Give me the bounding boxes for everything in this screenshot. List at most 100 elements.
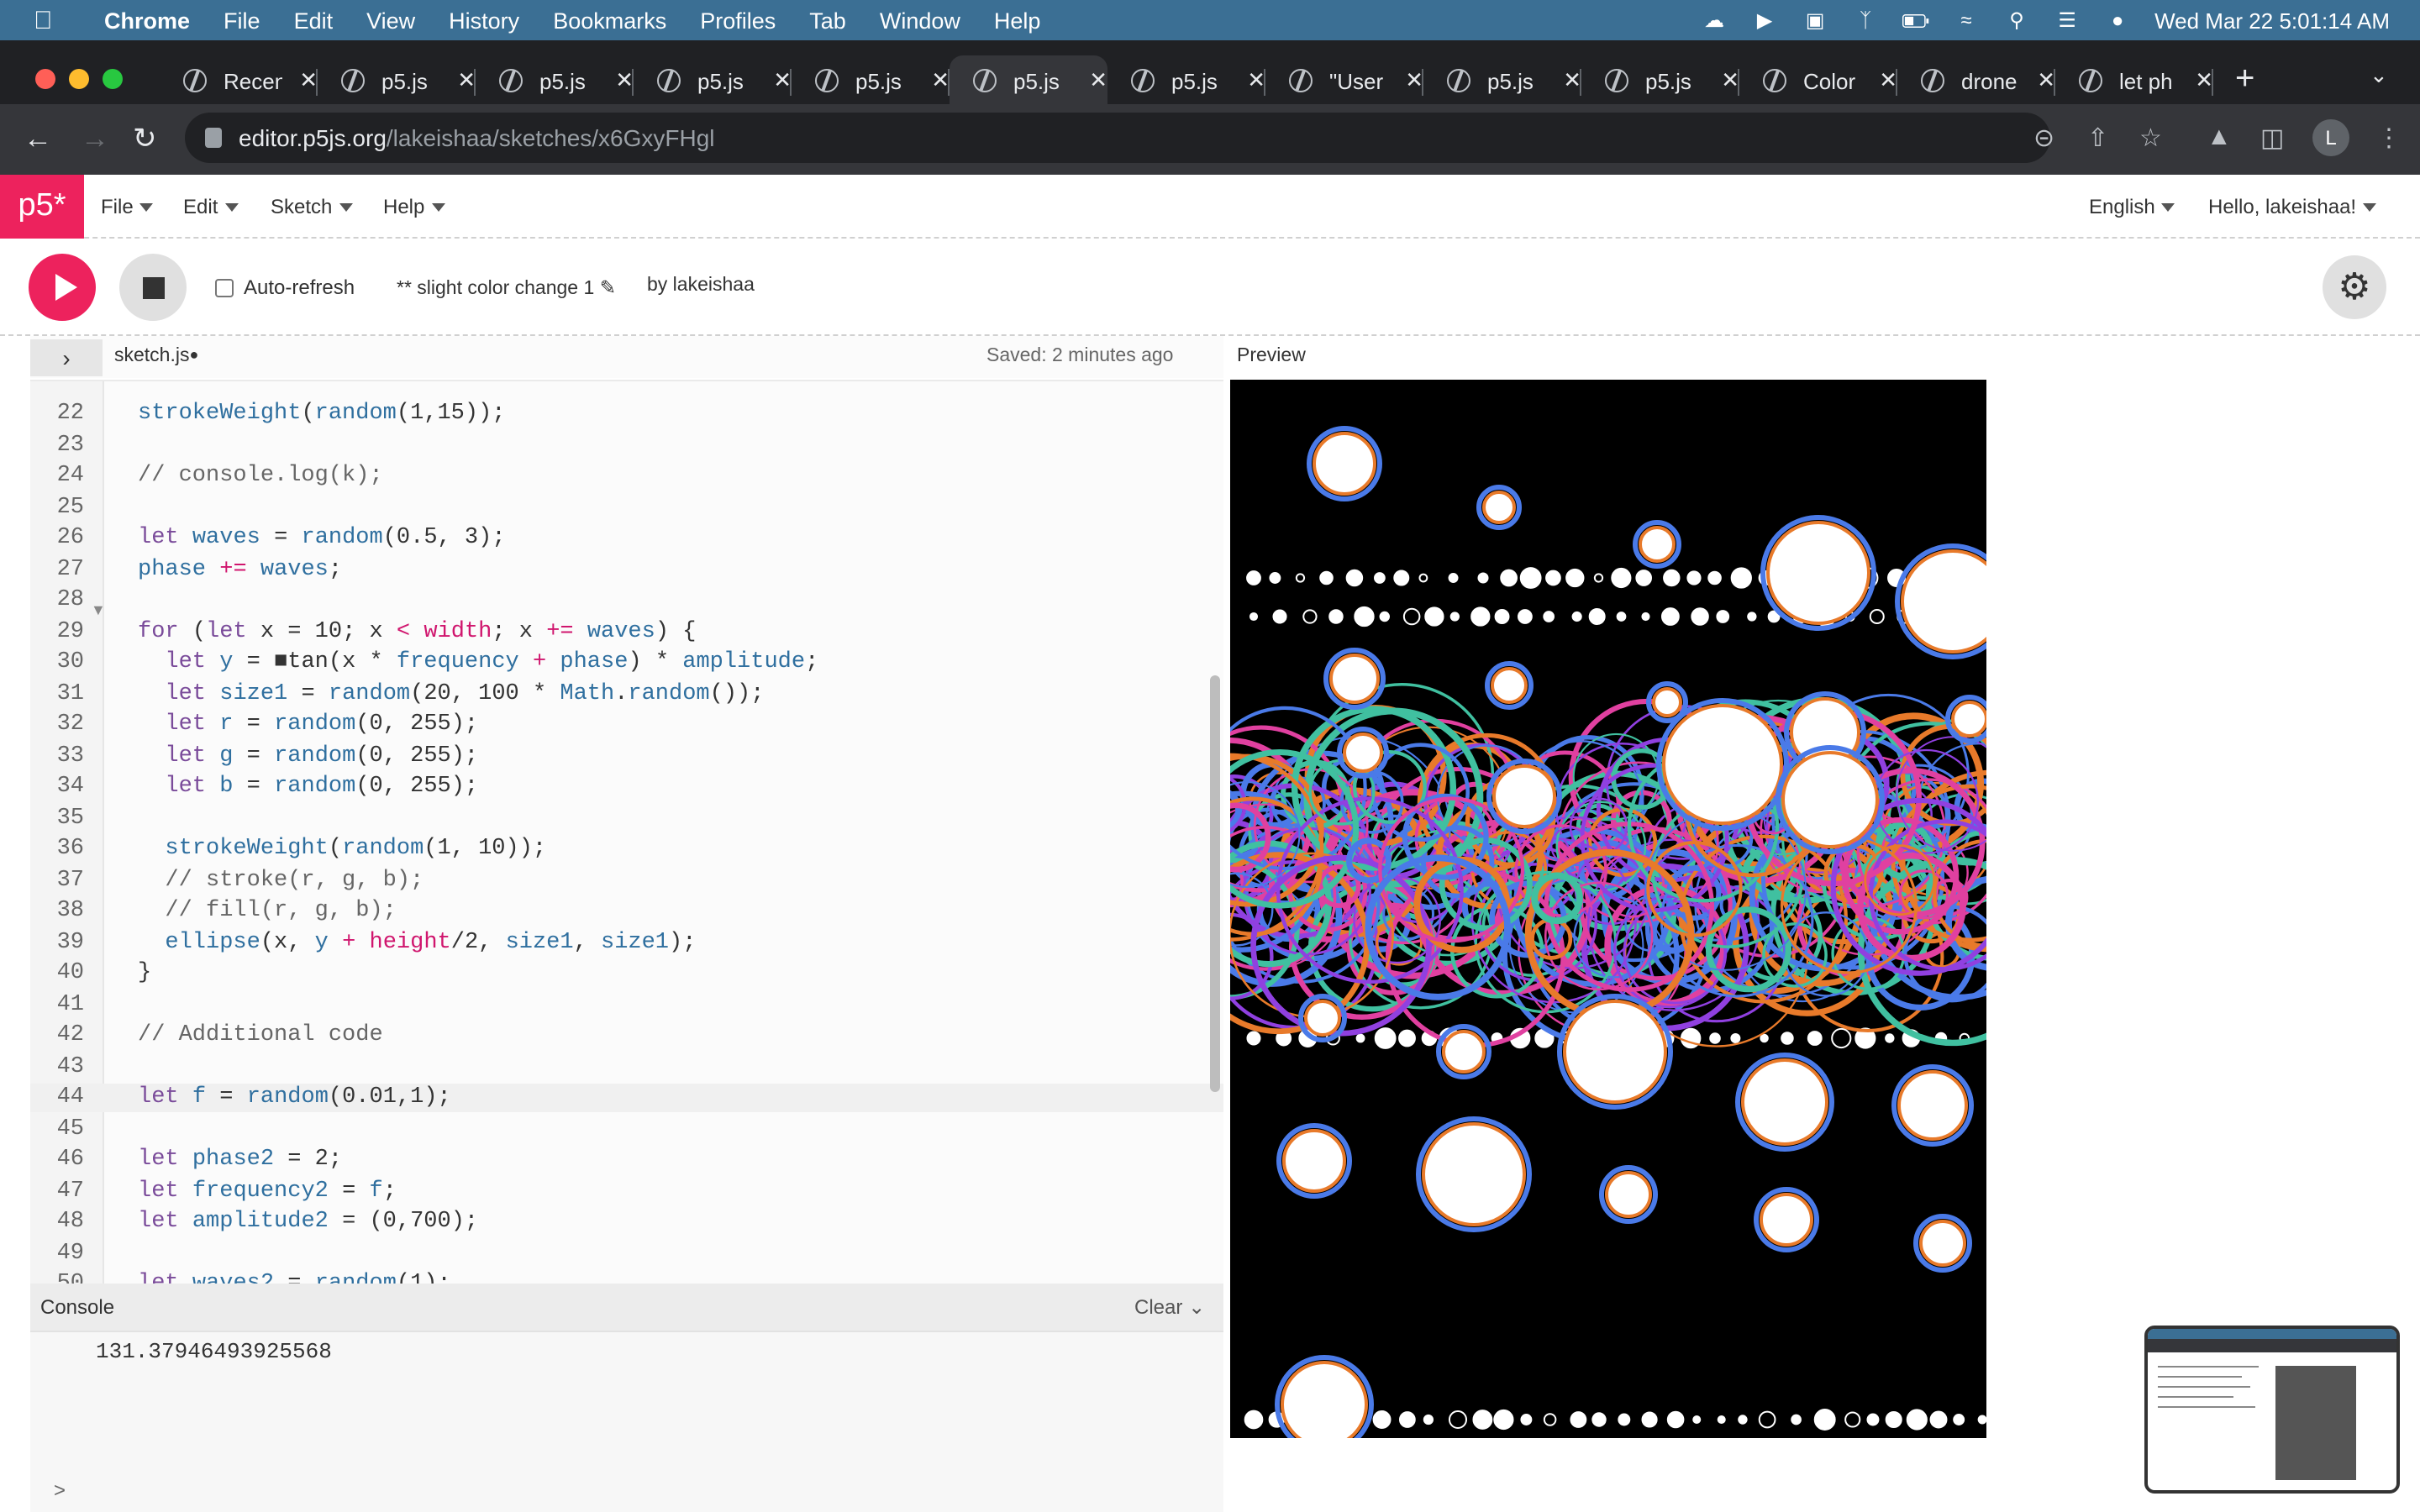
control-center-icon[interactable]: ☰ bbox=[2054, 8, 2081, 32]
code-line[interactable]: 31 let size1 = random(20, 100 * Math.ran… bbox=[30, 680, 1223, 708]
tab-close-icon[interactable]: ✕ bbox=[931, 67, 950, 94]
browser-tab[interactable]: p5.js ✕ bbox=[792, 55, 950, 106]
zoom-window-button[interactable] bbox=[103, 69, 123, 89]
apple-icon[interactable]:  bbox=[34, 6, 67, 34]
code-line[interactable]: 37 // stroke(r, g, b); bbox=[30, 866, 1223, 895]
tab-close-icon[interactable]: ✕ bbox=[1405, 67, 1423, 94]
p5-logo[interactable]: p5* bbox=[0, 175, 84, 239]
tab-close-icon[interactable]: ✕ bbox=[2195, 67, 2213, 94]
language-select[interactable]: English bbox=[2089, 195, 2175, 218]
menu-history[interactable]: History bbox=[449, 8, 519, 33]
browser-tab[interactable]: let ph ✕ bbox=[2055, 55, 2213, 106]
battery-icon[interactable] bbox=[1902, 8, 1929, 32]
menu-view[interactable]: View bbox=[366, 8, 415, 33]
tab-close-icon[interactable]: ✕ bbox=[773, 67, 792, 94]
code-line[interactable]: 44 let f = random(0.01,1); bbox=[30, 1084, 1223, 1112]
p5-menu-help[interactable]: Help bbox=[383, 195, 445, 218]
menu-tab[interactable]: Tab bbox=[809, 8, 846, 33]
display-icon[interactable]: ▣ bbox=[1802, 8, 1828, 32]
menu-app[interactable]: Chrome bbox=[104, 8, 190, 33]
code-line[interactable]: 23 bbox=[30, 431, 1223, 459]
share-icon[interactable]: ⇧ bbox=[2087, 123, 2108, 153]
code-line[interactable]: 32 let r = random(0, 255); bbox=[30, 711, 1223, 739]
screenshot-thumbnail[interactable] bbox=[2144, 1326, 2400, 1494]
code-line[interactable]: 38 // fill(r, g, b); bbox=[30, 897, 1223, 926]
browser-tab[interactable]: Recen ✕ bbox=[160, 55, 318, 106]
reload-icon[interactable]: ↻ bbox=[133, 123, 157, 156]
play-circle-icon[interactable]: ▶ bbox=[1751, 8, 1778, 32]
code-line[interactable]: 43 bbox=[30, 1053, 1223, 1081]
tab-close-icon[interactable]: ✕ bbox=[457, 67, 476, 94]
account-menu[interactable]: Hello, lakeishaa! bbox=[2208, 195, 2377, 218]
code-line[interactable]: 22 strokeWeight(random(1,15)); bbox=[30, 400, 1223, 428]
pencil-icon[interactable]: ✎ bbox=[600, 279, 616, 299]
siri-icon[interactable]: ● bbox=[2104, 8, 2131, 32]
code-line[interactable]: 33 let g = random(0, 255); bbox=[30, 742, 1223, 770]
file-tab[interactable]: sketch.js● bbox=[114, 346, 198, 366]
code-line[interactable]: 49 bbox=[30, 1239, 1223, 1268]
browser-tab[interactable]: p5.js ✕ bbox=[1581, 55, 1739, 106]
tab-close-icon[interactable]: ✕ bbox=[1089, 67, 1107, 94]
tab-close-icon[interactable]: ✕ bbox=[1721, 67, 1739, 94]
search-icon[interactable]: ⚲ bbox=[2003, 8, 2030, 32]
tab-close-icon[interactable]: ✕ bbox=[299, 67, 318, 94]
back-arrow-icon[interactable]: ← bbox=[24, 123, 52, 156]
extensions-icon[interactable]: ▲ bbox=[2207, 123, 2232, 151]
console-prompt[interactable]: > bbox=[54, 1478, 66, 1502]
tab-close-icon[interactable]: ✕ bbox=[2037, 67, 2055, 94]
console-clear-button[interactable]: Clear ⌄ bbox=[1134, 1295, 1205, 1319]
browser-tab[interactable]: p5.js ✕ bbox=[476, 55, 634, 106]
browser-tab[interactable]: p5.js ✕ bbox=[950, 55, 1107, 106]
code-line[interactable]: 48 let amplitude2 = (0,700); bbox=[30, 1208, 1223, 1236]
sketch-name[interactable]: ** slight color change 1 ✎ bbox=[397, 276, 616, 299]
zoom-icon[interactable]: ⊝ bbox=[2033, 123, 2054, 153]
tab-close-icon[interactable]: ✕ bbox=[1879, 67, 1897, 94]
code-line[interactable]: 46 let phase2 = 2; bbox=[30, 1146, 1223, 1174]
code-line[interactable]: 40} bbox=[30, 959, 1223, 988]
more-menu-icon[interactable]: ⋮ bbox=[2376, 123, 2402, 153]
bookmark-star-icon[interactable]: ☆ bbox=[2139, 123, 2162, 153]
forward-arrow-icon[interactable]: → bbox=[81, 123, 109, 156]
browser-tab[interactable]: p5.js ✕ bbox=[1107, 55, 1265, 106]
profile-avatar[interactable]: L bbox=[2312, 119, 2349, 156]
code-line[interactable]: 30 let y = ■tan(x * frequency + phase) *… bbox=[30, 648, 1223, 677]
browser-tab[interactable]: p5.js ✕ bbox=[1423, 55, 1581, 106]
menubar-clock[interactable]: Wed Mar 22 5:01:14 AM bbox=[2154, 8, 2390, 33]
tab-close-icon[interactable]: ✕ bbox=[615, 67, 634, 94]
code-line[interactable]: 41 bbox=[30, 990, 1223, 1019]
code-line[interactable]: 29 for (let x = 10; x < width; x += waves… bbox=[30, 617, 1223, 646]
settings-gear-button[interactable]: ⚙ bbox=[2323, 255, 2386, 319]
new-tab-button[interactable]: + bbox=[2235, 60, 2254, 99]
code-line[interactable]: 28 bbox=[30, 586, 1223, 615]
p5-menu-file[interactable]: File bbox=[101, 195, 154, 218]
minimize-window-button[interactable] bbox=[69, 69, 89, 89]
wifi-icon[interactable]: ≈ bbox=[1953, 8, 1980, 32]
code-line[interactable]: 25 bbox=[30, 493, 1223, 522]
menu-edit[interactable]: Edit bbox=[294, 8, 334, 33]
browser-tab[interactable]: Color ✕ bbox=[1739, 55, 1897, 106]
browser-tab[interactable]: p5.js ✕ bbox=[318, 55, 476, 106]
code-line[interactable]: 47 let frequency2 = f; bbox=[30, 1177, 1223, 1205]
browser-tab[interactable]: drone ✕ bbox=[1897, 55, 2055, 106]
sketch-owner[interactable]: by lakeishaa bbox=[647, 276, 755, 296]
code-line[interactable]: 45 bbox=[30, 1115, 1223, 1143]
preview-canvas[interactable] bbox=[1230, 380, 1986, 1438]
p5-menu-sketch[interactable]: Sketch bbox=[271, 195, 353, 218]
sidebar-toggle-chevron-icon[interactable]: › bbox=[30, 339, 103, 376]
menu-window[interactable]: Window bbox=[880, 8, 960, 33]
browser-tab[interactable]: "User ✕ bbox=[1265, 55, 1423, 106]
code-line[interactable]: 35 bbox=[30, 804, 1223, 832]
code-line[interactable]: 27 phase += waves; bbox=[30, 555, 1223, 584]
p5-menu-edit[interactable]: Edit bbox=[183, 195, 239, 218]
close-window-button[interactable] bbox=[35, 69, 55, 89]
code-line[interactable]: 39 ellipse(x, y + height/2, size1, size1… bbox=[30, 928, 1223, 957]
menu-bookmarks[interactable]: Bookmarks bbox=[553, 8, 666, 33]
stop-button[interactable] bbox=[119, 254, 187, 321]
fold-arrow-icon[interactable]: ▼ bbox=[91, 601, 106, 618]
code-line[interactable]: 34 let b = random(0, 255); bbox=[30, 773, 1223, 801]
chevron-down-icon[interactable]: ⌄ bbox=[1188, 1295, 1205, 1319]
auto-refresh-checkbox[interactable] bbox=[215, 278, 234, 297]
menu-file[interactable]: File bbox=[224, 8, 260, 33]
address-bar[interactable]: editor.p5js.org/lakeishaa/sketches/x6Gxy… bbox=[185, 113, 2050, 163]
creative-cloud-icon[interactable]: ☁ bbox=[1701, 8, 1728, 32]
